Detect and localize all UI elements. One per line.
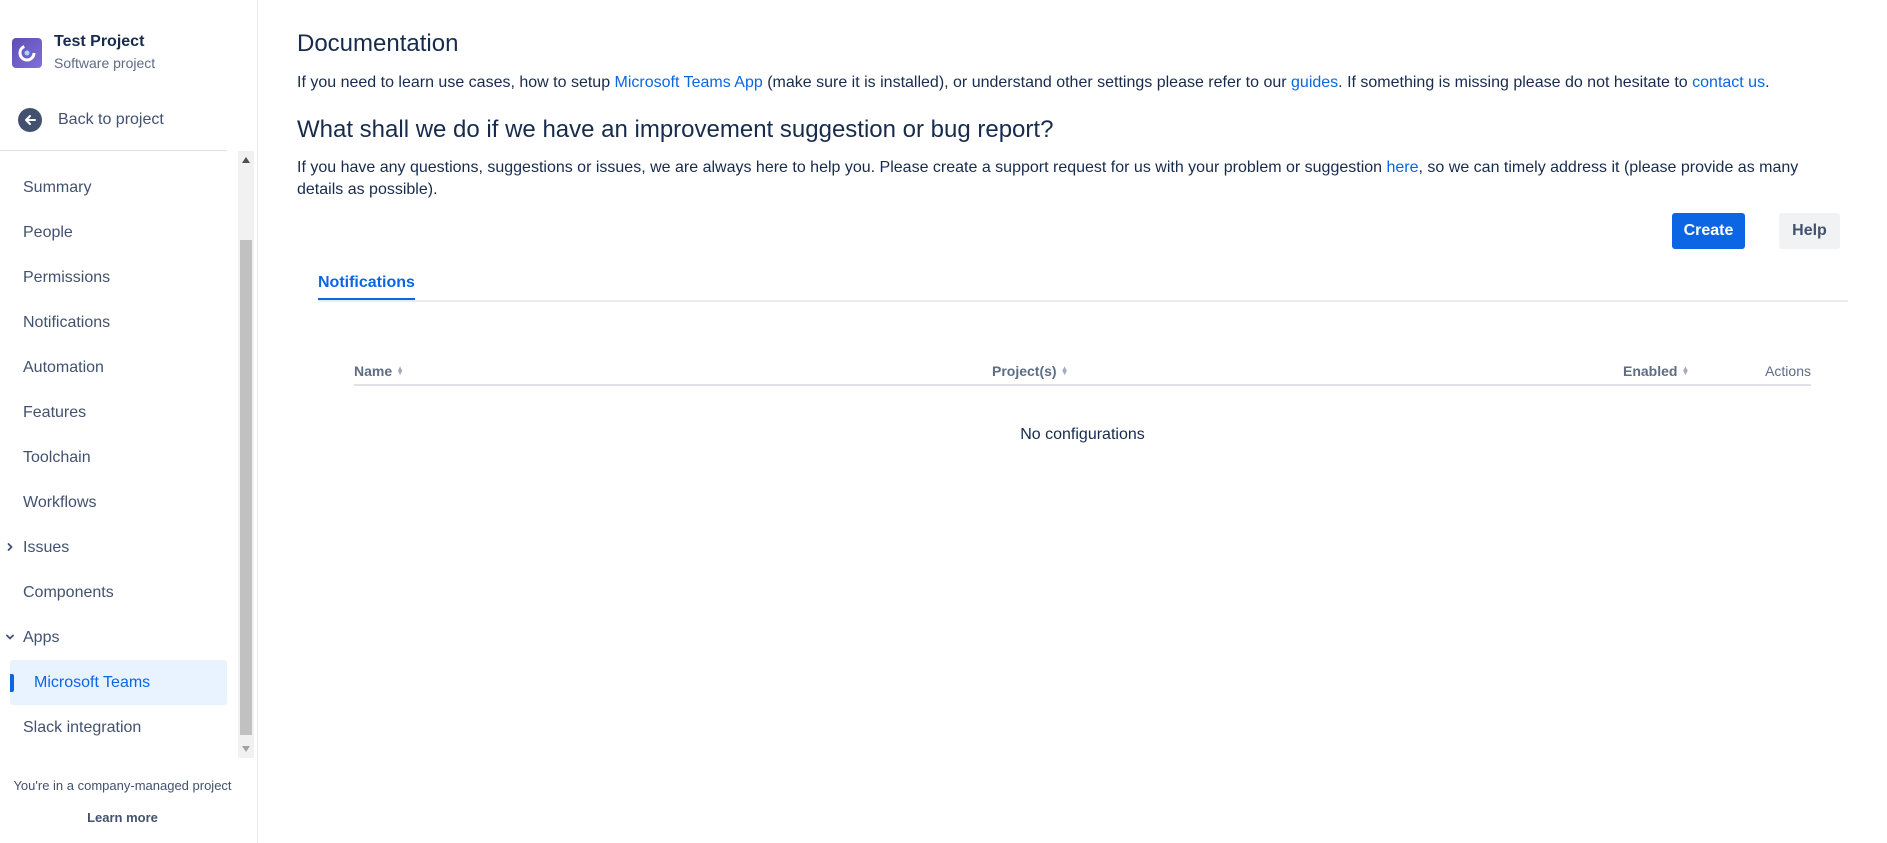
sidebar-item-label: Workflows (23, 493, 97, 511)
sidebar-item-automation[interactable]: Automation (0, 345, 236, 390)
sidebar-item-label: Notifications (23, 313, 111, 331)
help-button[interactable]: Help (1779, 213, 1840, 249)
documentation-title: Documentation (297, 30, 459, 57)
sort-icon: ▲ ▼ (1060, 364, 1069, 377)
scroll-down-icon[interactable] (242, 746, 250, 752)
sidebar-item-features[interactable]: Features (0, 390, 236, 435)
sidebar-item-toolchain[interactable]: Toolchain (0, 435, 236, 480)
sidebar-item-label: Apps (23, 628, 60, 646)
project-header[interactable]: Test Project Software project (12, 32, 155, 74)
sidebar-item-label: Features (23, 403, 87, 421)
guides-link[interactable]: guides (1291, 74, 1338, 91)
sidebar-item-label: Issues (23, 538, 70, 556)
empty-state-text: No configurations (1020, 426, 1145, 443)
scroll-up-icon[interactable] (242, 157, 250, 163)
arrow-left-icon (18, 108, 42, 132)
project-avatar-icon (12, 38, 42, 68)
sidebar-item-label: Automation (23, 358, 104, 376)
learn-more-link[interactable]: Learn more (0, 810, 245, 825)
sidebar-scrollbar[interactable] (238, 151, 254, 758)
sidebar-item-label: Slack integration (23, 718, 142, 736)
sidebar-item-label: Permissions (23, 268, 111, 286)
divider (0, 150, 227, 151)
sidebar-item-microsoft-teams[interactable]: Microsoft Teams (10, 660, 227, 705)
column-header-label: Name (354, 363, 393, 379)
table-header: Name ▲ ▼ Project(s) ▲ ▼ Enabled ▲ ▼ Actions (354, 360, 1811, 386)
support-title: What shall we do if we have an improveme… (297, 116, 1054, 143)
column-header-name[interactable]: Name ▲ ▼ (354, 363, 404, 379)
sidebar-nav: Summary People Permissions Notifications… (0, 165, 236, 750)
configurations-table: Name ▲ ▼ Project(s) ▲ ▼ Enabled ▲ ▼ Actions… (354, 360, 1811, 443)
text-segment: If you have any questions, suggestions o… (297, 159, 1387, 176)
microsoft-teams-app-link[interactable]: Microsoft Teams App (615, 74, 763, 91)
column-header-label: Project(s) (992, 363, 1057, 379)
sort-icon: ▲ ▼ (396, 364, 405, 377)
sidebar-item-label: Toolchain (23, 448, 91, 466)
back-to-project-label: Back to project (58, 111, 164, 128)
tab-bar: Notifications (318, 268, 1848, 302)
column-header-enabled[interactable]: Enabled ▲ ▼ (1623, 363, 1689, 379)
sidebar-item-apps[interactable]: Apps (0, 615, 236, 660)
sidebar-item-label: Microsoft Teams (34, 673, 151, 691)
support-request-link[interactable]: here (1387, 159, 1419, 176)
column-header-actions: Actions (1765, 363, 1811, 379)
sidebar-item-notifications[interactable]: Notifications (0, 300, 236, 345)
sidebar-item-label: Summary (23, 178, 92, 196)
chevron-right-icon (5, 539, 15, 557)
tab-notifications[interactable]: Notifications (318, 274, 415, 300)
documentation-text: If you need to learn use cases, how to s… (297, 73, 1770, 93)
sidebar-item-label: Components (23, 583, 114, 601)
sidebar: Test Project Software project Back to pr… (0, 0, 258, 843)
company-managed-note: You're in a company-managed project (13, 778, 232, 793)
project-name: Test Project (54, 33, 145, 50)
sidebar-item-issues[interactable]: Issues (0, 525, 236, 570)
sidebar-item-slack-integration[interactable]: Slack integration (0, 705, 236, 750)
scrollbar-thumb[interactable] (240, 240, 252, 735)
sidebar-item-components[interactable]: Components (0, 570, 236, 615)
sort-icon: ▲ ▼ (1681, 364, 1690, 377)
text-segment: (make sure it is installed), or understa… (762, 74, 1292, 91)
text-segment: If you need to learn use cases, how to s… (297, 74, 615, 91)
back-to-project-link[interactable]: Back to project (18, 108, 164, 132)
sidebar-item-label: People (23, 223, 73, 241)
sidebar-item-permissions[interactable]: Permissions (0, 255, 236, 300)
sidebar-item-workflows[interactable]: Workflows (0, 480, 236, 525)
chevron-down-icon (5, 629, 15, 647)
project-type: Software project (54, 55, 156, 71)
support-text: If you have any questions, suggestions o… (297, 157, 1837, 201)
sidebar-item-summary[interactable]: Summary (0, 165, 236, 210)
text-segment: . (1765, 74, 1770, 91)
create-button[interactable]: Create (1672, 213, 1745, 249)
contact-us-link[interactable]: contact us (1692, 74, 1765, 91)
column-header-label: Enabled (1623, 363, 1678, 379)
text-segment: . If something is missing please do not … (1338, 74, 1693, 91)
sidebar-item-people[interactable]: People (0, 210, 236, 255)
column-header-projects[interactable]: Project(s) ▲ ▼ (992, 363, 1069, 379)
column-header-label: Actions (1765, 363, 1811, 379)
